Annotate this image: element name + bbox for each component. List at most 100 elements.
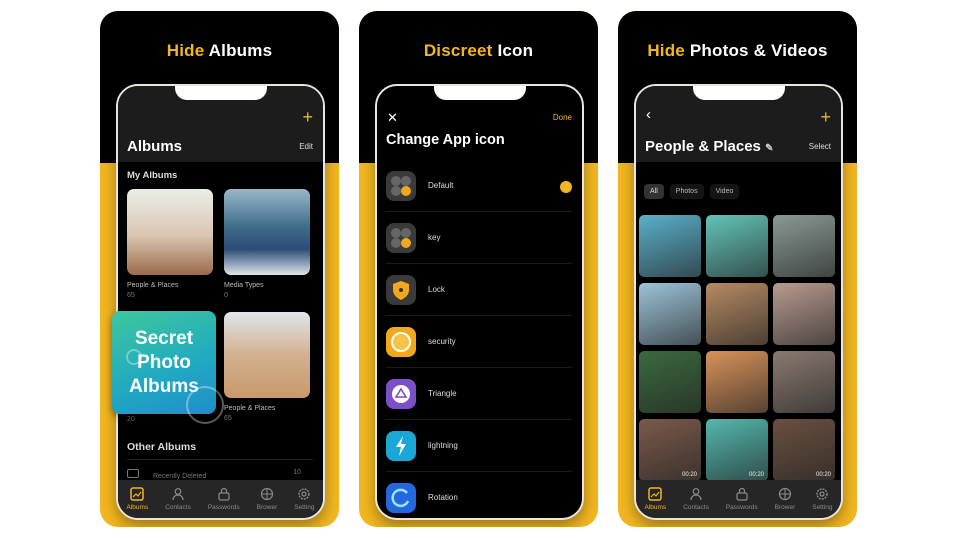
video-duration: 00:20 (748, 472, 764, 478)
shield-icon (386, 275, 416, 305)
contacts-icon (690, 488, 702, 501)
keypad-icon (386, 223, 416, 253)
photo-thumbnail[interactable] (639, 215, 701, 277)
row-count: 10 (293, 469, 301, 476)
photo-thumbnail[interactable] (639, 283, 701, 345)
media-grid: 00:20 00:20 00:20 (639, 215, 838, 481)
video-thumbnail[interactable]: 00:20 (706, 419, 768, 481)
panel-hide-albums: Hide Albums + Albums Edit My Albums Peop… (100, 11, 339, 527)
photo-thumbnail[interactable] (773, 215, 835, 277)
headline-rest: Photos & Videos (684, 41, 828, 60)
tab-label: Passwords (725, 504, 758, 511)
list-item-recently-deleted[interactable]: Recently Deleted 10 (127, 469, 313, 480)
media-filter-tabs: All Photos Video (644, 184, 740, 199)
tab-bar: Albums Contacts Passwords Brower Setting (636, 480, 841, 518)
headline-rest: Albums (204, 41, 273, 60)
photo-thumbnail[interactable] (773, 351, 835, 413)
tab-label: Brower (256, 504, 278, 511)
app-icon-option[interactable]: Default (377, 160, 582, 212)
phone-screen: + Albums Edit My Albums People & Places … (116, 84, 325, 520)
filter-tab-photos[interactable]: Photos (669, 184, 704, 199)
video-thumbnail[interactable]: 00:20 (773, 419, 835, 481)
app-icon-option[interactable]: Lock (377, 264, 582, 316)
secret-photo-albums-badge: Secret Photo Albums (112, 311, 224, 424)
app-icon-option[interactable]: security (377, 316, 582, 368)
trash-icon (127, 469, 139, 478)
album-thumbnail[interactable] (127, 189, 213, 275)
tab-label: Brower (774, 504, 796, 511)
app-icon-label: security (428, 337, 456, 346)
albums-icon (130, 487, 145, 501)
tab-contacts[interactable]: Contacts (165, 487, 191, 511)
headline-highlight: Hide (166, 41, 205, 60)
tab-label: Contacts (165, 504, 191, 511)
app-icon-option[interactable]: Triangle (377, 368, 582, 420)
photo-thumbnail[interactable] (639, 351, 701, 413)
app-icon-label: Default (428, 181, 454, 190)
tab-contacts[interactable]: Contacts (683, 487, 709, 511)
app-icon-label: Triangle (428, 389, 457, 398)
tab-browser[interactable]: Brower (774, 487, 796, 511)
photo-thumbnail[interactable] (706, 215, 768, 277)
photo-thumbnail[interactable] (706, 351, 768, 413)
tab-bar: Albums Contacts Passwords Brower Setting (118, 480, 323, 518)
tab-label: Passwords (207, 504, 240, 511)
filter-tab-video[interactable]: Video (709, 184, 740, 199)
panel-headline: Hide Photos & Videos (618, 41, 857, 61)
spin-icon (386, 483, 416, 513)
tab-albums[interactable]: Albums (644, 487, 667, 511)
phone-notch (174, 86, 267, 100)
badge-line: Secret (134, 327, 194, 349)
app-icon-label: Lock (428, 285, 445, 294)
tab-albums[interactable]: Albums (126, 487, 149, 511)
video-thumbnail[interactable]: 00:20 (639, 419, 701, 481)
tab-passwords[interactable]: Passwords (726, 487, 758, 511)
app-icon-option[interactable]: lightning (377, 420, 582, 472)
tab-label: Albums (126, 504, 149, 511)
passwords-icon (218, 487, 230, 501)
select-button[interactable]: Select (809, 142, 831, 151)
video-duration: 00:20 (815, 472, 831, 478)
album-count: 65 (127, 292, 135, 299)
divider (127, 459, 313, 460)
app-icon-label: key (428, 233, 441, 242)
back-chevron-icon[interactable]: ‹ (646, 106, 651, 123)
album-name: People & Places (224, 405, 276, 412)
photo-thumbnail[interactable] (773, 283, 835, 345)
decor-ring (126, 349, 142, 365)
phone-screen: ‹ + People & Places ✎ Select All Photos Vi… (634, 84, 843, 520)
album-count: 20 (127, 416, 135, 423)
browser-icon (778, 487, 792, 501)
decor-ring (186, 386, 224, 424)
headline-highlight: Discreet (423, 41, 493, 60)
selected-check-icon (560, 181, 572, 193)
screen-title: Albums (127, 138, 183, 155)
bolt-icon (386, 431, 416, 461)
done-button[interactable]: Done (553, 113, 572, 122)
edit-pencil-icon[interactable]: ✎ (765, 143, 773, 154)
photo-thumbnail[interactable] (706, 283, 768, 345)
tab-passwords[interactable]: Passwords (208, 487, 240, 511)
close-icon[interactable]: ✕ (387, 110, 398, 126)
tab-browser[interactable]: Brower (256, 487, 278, 511)
album-count: 0 (224, 292, 228, 299)
album-thumbnail[interactable] (224, 312, 310, 398)
app-icon-option[interactable]: key (377, 212, 582, 264)
album-count: 65 (224, 415, 232, 422)
keypad-icon (386, 171, 416, 201)
album-thumbnail[interactable] (224, 189, 310, 275)
phone-screen: ✕ Done Change App icon Default key Lock sec… (375, 84, 584, 520)
plus-icon[interactable]: + (302, 108, 313, 126)
plus-icon[interactable]: + (820, 108, 831, 126)
filter-tab-all[interactable]: All (644, 184, 664, 199)
tab-setting[interactable]: Setting (294, 487, 314, 511)
app-icon-option[interactable]: Rotation (377, 472, 582, 518)
tab-label: Albums (644, 504, 667, 511)
panel-hide-photos-videos: Hide Photos & Videos ‹ + People & Places… (618, 11, 857, 527)
triangle-icon (386, 379, 416, 409)
edit-button[interactable]: Edit (299, 142, 313, 151)
screen-title: Change App icon (386, 132, 505, 148)
tab-label: Setting (294, 504, 315, 511)
tab-setting[interactable]: Setting (812, 487, 832, 511)
ring-icon (386, 327, 416, 357)
